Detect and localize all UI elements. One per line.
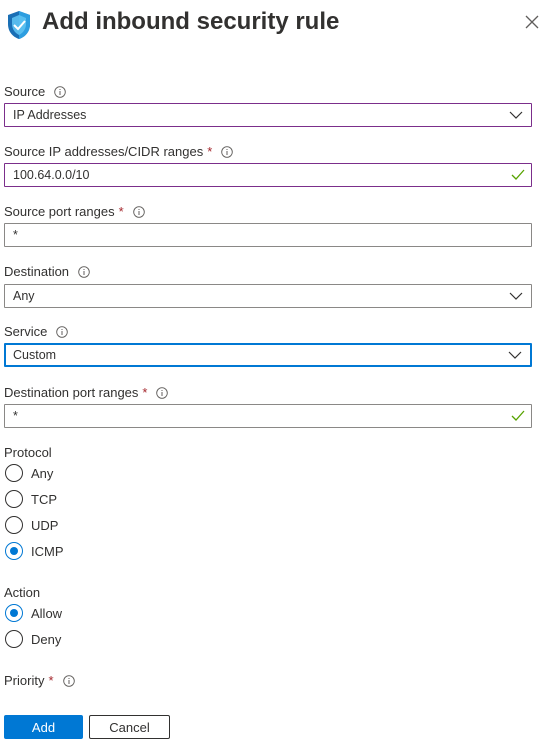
dest-port-input[interactable]: * [4, 404, 532, 428]
close-icon[interactable] [524, 14, 540, 30]
source-port-value: * [13, 228, 18, 242]
panel-title: Add inbound security rule [42, 8, 340, 35]
info-icon[interactable] [78, 265, 90, 278]
service-dropdown[interactable]: Custom [4, 343, 532, 367]
source-port-input[interactable]: * [4, 223, 532, 247]
chevron-down-icon [508, 351, 522, 359]
service-label: Service [4, 324, 69, 339]
info-icon[interactable] [56, 325, 69, 338]
source-port-label: Source port ranges * [4, 204, 145, 219]
protocol-option-label: UDP [31, 517, 59, 533]
protocol-option-label: Any [31, 465, 54, 481]
source-value: IP Addresses [13, 108, 87, 122]
valid-check-icon [511, 169, 525, 180]
protocol-label: Protocol [4, 445, 52, 460]
priority-label: Priority * [4, 673, 75, 688]
radio-button[interactable] [5, 464, 23, 482]
action-label: Action [4, 585, 40, 600]
destination-label: Destination [4, 264, 90, 279]
action-option-label: Deny [31, 631, 62, 647]
destination-value: Any [13, 289, 35, 303]
info-icon[interactable] [54, 85, 66, 98]
action-option-allow[interactable]: Allow [5, 603, 62, 623]
protocol-option-tcp[interactable]: TCP [5, 489, 57, 509]
protocol-option-label: TCP [31, 491, 57, 507]
dest-port-label-text: Destination port ranges [4, 385, 139, 400]
source-port-label-text: Source port ranges [4, 204, 115, 219]
panel-footer: Add Cancel [0, 696, 551, 745]
source-ip-label: Source IP addresses/CIDR ranges * [4, 144, 234, 159]
required-marker: * [142, 385, 148, 400]
source-ip-label-text: Source IP addresses/CIDR ranges [4, 144, 204, 159]
dest-port-label: Destination port ranges * [4, 385, 169, 400]
required-marker: * [48, 673, 54, 688]
info-icon[interactable] [221, 145, 234, 158]
service-value: Custom [13, 348, 57, 362]
info-icon[interactable] [132, 205, 145, 218]
chevron-down-icon [509, 111, 523, 119]
chevron-down-icon [509, 292, 523, 300]
destination-label-text: Destination [4, 264, 70, 279]
valid-check-icon [511, 410, 525, 421]
source-ip-value: 100.64.0.0/10 [13, 168, 90, 182]
dest-port-value: * [13, 409, 18, 423]
action-option-label: Allow [31, 605, 63, 621]
destination-dropdown[interactable]: Any [4, 284, 532, 308]
required-marker: * [207, 144, 213, 159]
radio-button-selected[interactable] [5, 604, 23, 622]
protocol-label-text: Protocol [4, 445, 52, 460]
radio-button[interactable] [5, 630, 23, 648]
radio-button[interactable] [5, 516, 23, 534]
protocol-option-label: ICMP [31, 543, 64, 559]
source-dropdown[interactable]: IP Addresses [4, 103, 532, 127]
action-label-text: Action [4, 585, 41, 600]
source-label-text: Source [4, 84, 46, 99]
info-icon[interactable] [156, 386, 169, 399]
protocol-option-any[interactable]: Any [5, 463, 53, 483]
required-marker: * [118, 204, 124, 219]
panel-header: Add inbound security rule [4, 6, 544, 46]
protocol-option-udp[interactable]: UDP [5, 515, 58, 535]
source-label: Source [4, 84, 66, 99]
radio-button-selected[interactable] [5, 542, 23, 560]
protocol-option-icmp[interactable]: ICMP [5, 541, 64, 561]
info-icon[interactable] [62, 674, 75, 687]
source-ip-input[interactable]: 100.64.0.0/10 [4, 163, 532, 187]
cancel-button[interactable]: Cancel [89, 715, 170, 739]
add-button[interactable]: Add [4, 715, 83, 739]
action-option-deny[interactable]: Deny [5, 629, 61, 649]
security-shield-icon [8, 11, 30, 39]
panel-body: Add inbound security rule Source IP Addr… [0, 0, 551, 690]
priority-label-text: Priority [4, 673, 45, 688]
radio-button[interactable] [5, 490, 23, 508]
service-label-text: Service [4, 324, 48, 339]
